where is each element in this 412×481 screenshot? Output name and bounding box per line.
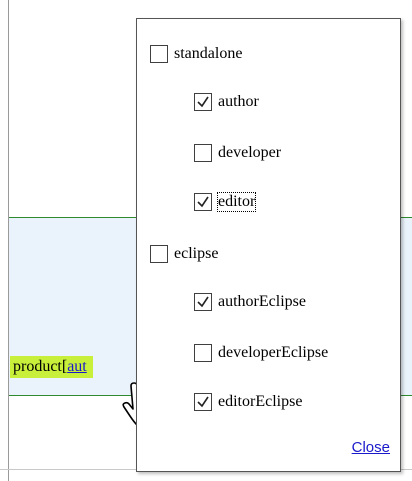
option-label: eclipse xyxy=(174,245,219,262)
checkbox-developer[interactable] xyxy=(194,144,212,162)
option-label: developer xyxy=(218,144,282,161)
checkmark-icon xyxy=(197,296,209,308)
option-authorEclipse[interactable]: authorEclipse xyxy=(194,290,306,314)
option-developer[interactable]: developer xyxy=(194,141,281,165)
filter-popup: standalone author developer editor eclip… xyxy=(136,18,401,472)
option-author[interactable]: author xyxy=(194,90,259,114)
product-dependency-label[interactable]: product[aut xyxy=(10,356,93,378)
checkbox-developerEclipse[interactable] xyxy=(194,344,212,362)
option-editorEclipse[interactable]: editorEclipse xyxy=(194,390,302,414)
product-selected-link[interactable]: aut xyxy=(67,358,87,375)
checkbox-authorEclipse[interactable] xyxy=(194,293,212,311)
product-prefix: product xyxy=(13,358,62,375)
option-eclipse[interactable]: eclipse xyxy=(150,242,218,266)
checkbox-editorEclipse[interactable] xyxy=(194,393,212,411)
option-editor[interactable]: editor xyxy=(194,190,257,214)
checkmark-icon xyxy=(197,196,209,208)
option-developerEclipse[interactable]: developerEclipse xyxy=(194,341,328,365)
option-label: developerEclipse xyxy=(218,344,329,361)
checkmark-icon xyxy=(197,96,209,108)
checkmark-icon xyxy=(197,396,209,408)
option-standalone[interactable]: standalone xyxy=(150,42,242,66)
option-label: author xyxy=(218,93,259,110)
option-label: standalone xyxy=(174,45,243,62)
checkbox-eclipse[interactable] xyxy=(150,245,168,263)
option-label: editorEclipse xyxy=(218,393,303,410)
option-label-focused: editor xyxy=(216,192,257,212)
option-label: authorEclipse xyxy=(218,293,306,310)
checkbox-author[interactable] xyxy=(194,93,212,111)
close-link[interactable]: Close xyxy=(352,439,390,456)
checkbox-editor[interactable] xyxy=(194,193,212,211)
checkbox-standalone[interactable] xyxy=(150,45,168,63)
